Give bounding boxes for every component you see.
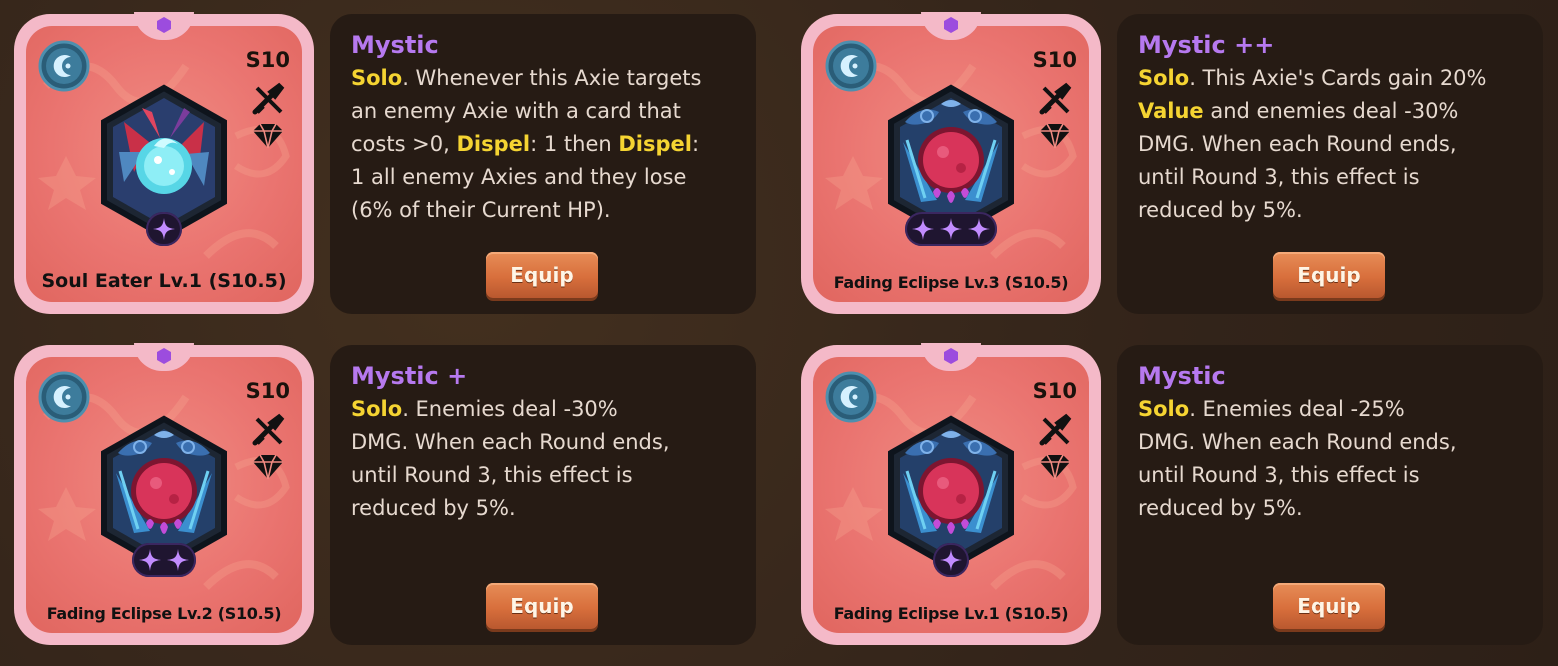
item-card[interactable]: S10 Fading Eclipse Lv.2 (S10.5) [14, 343, 314, 645]
item-description: Solo. Enemies deal -25% DMG. When each R… [1138, 393, 1523, 525]
item-class-title: Mystic ++ [1138, 31, 1275, 59]
equip-button[interactable]: Equip [1273, 583, 1385, 629]
keyword: Value [1138, 99, 1204, 123]
card-face: S10 Fading Eclipse Lv.1 (S10.5) [813, 357, 1089, 633]
item-card[interactable]: S10 Soul Eater Lv.1 (S10.5) [14, 12, 314, 314]
level-star-icon [166, 548, 190, 572]
description-text: . This Axie's Cards gain 20% [1189, 66, 1487, 90]
side-icons [248, 82, 288, 156]
card-name: Soul Eater Lv.1 (S10.5) [41, 270, 287, 292]
description-panel: Mystic ++ Solo. This Axie's Cards gain 20… [1117, 14, 1543, 314]
card-name: Fading Eclipse Lv.3 (S10.5) [833, 273, 1069, 292]
keyword: Solo [1138, 66, 1190, 90]
gem-icon [250, 453, 286, 481]
season-label: S10 [1032, 379, 1077, 403]
level-stars [132, 543, 196, 577]
equip-button[interactable]: Equip [486, 583, 598, 629]
level-star-icon [967, 217, 991, 241]
no-damage-icon [1038, 413, 1072, 447]
no-damage-icon [251, 82, 285, 116]
level-star-icon [152, 217, 176, 241]
level-stars [146, 212, 182, 246]
level-star-icon [911, 217, 935, 241]
no-damage-icon [1038, 82, 1072, 116]
keyword: Solo [351, 66, 403, 90]
season-label: S10 [1032, 48, 1077, 72]
mystic-moon-icon [825, 40, 877, 92]
notch-gem-icon [944, 348, 958, 364]
level-stars [905, 212, 997, 246]
item-card[interactable]: S10 Fading Eclipse Lv.3 (S10.5) [801, 12, 1101, 314]
notch-gem-icon [157, 348, 171, 364]
level-stars [933, 543, 969, 577]
keyword: Dispel [618, 132, 692, 156]
level-star-icon [939, 217, 963, 241]
equipment-entry: S10 Fading Eclipse Lv.2 (S10.5) Mystic + So… [14, 343, 774, 645]
season-label: S10 [245, 48, 290, 72]
card-face: S10 Fading Eclipse Lv.3 (S10.5) [813, 26, 1089, 302]
equipment-entry: S10 Fading Eclipse Lv.1 (S10.5) Mystic Solo… [801, 343, 1558, 645]
item-description: Solo. This Axie's Cards gain 20% Value a… [1138, 62, 1523, 227]
mystic-moon-icon [38, 40, 90, 92]
card-name: Fading Eclipse Lv.1 (S10.5) [833, 604, 1069, 623]
side-icons [1035, 82, 1075, 156]
notch-gem-icon [157, 17, 171, 33]
card-name: Fading Eclipse Lv.2 (S10.5) [46, 604, 282, 623]
side-icons [248, 413, 288, 487]
card-face: S10 Soul Eater Lv.1 (S10.5) [26, 26, 302, 302]
gem-icon [1037, 453, 1073, 481]
season-label: S10 [245, 379, 290, 403]
side-icons [1035, 413, 1075, 487]
equipment-entry: S10 Fading Eclipse Lv.3 (S10.5) Mystic ++ S… [801, 12, 1558, 314]
description-panel: Mystic Solo. Whenever this Axie targets a… [330, 14, 756, 314]
description-panel: Mystic Solo. Enemies deal -25% DMG. When … [1117, 345, 1543, 645]
mystic-moon-icon [825, 371, 877, 423]
equip-button[interactable]: Equip [1273, 252, 1385, 298]
description-text: : 1 then [530, 132, 619, 156]
keyword: Solo [351, 397, 403, 421]
level-star-icon [939, 548, 963, 572]
mystic-moon-icon [38, 371, 90, 423]
gem-icon [250, 122, 286, 150]
card-face: S10 Fading Eclipse Lv.2 (S10.5) [26, 357, 302, 633]
item-description: Solo. Enemies deal -30% DMG. When each R… [351, 393, 736, 525]
notch-gem-icon [944, 17, 958, 33]
item-class-title: Mystic + [351, 362, 468, 390]
equip-button[interactable]: Equip [486, 252, 598, 298]
item-class-title: Mystic [351, 31, 439, 59]
item-class-title: Mystic [1138, 362, 1226, 390]
level-star-icon [138, 548, 162, 572]
item-description: Solo. Whenever this Axie targets an enem… [351, 62, 736, 227]
equipment-entry: S10 Soul Eater Lv.1 (S10.5) Mystic Solo. Wh… [14, 12, 774, 314]
gem-icon [1037, 122, 1073, 150]
description-panel: Mystic + Solo. Enemies deal -30% DMG. Whe… [330, 345, 756, 645]
keyword: Solo [1138, 397, 1190, 421]
keyword: Dispel [456, 132, 531, 156]
item-card[interactable]: S10 Fading Eclipse Lv.1 (S10.5) [801, 343, 1101, 645]
no-damage-icon [251, 413, 285, 447]
